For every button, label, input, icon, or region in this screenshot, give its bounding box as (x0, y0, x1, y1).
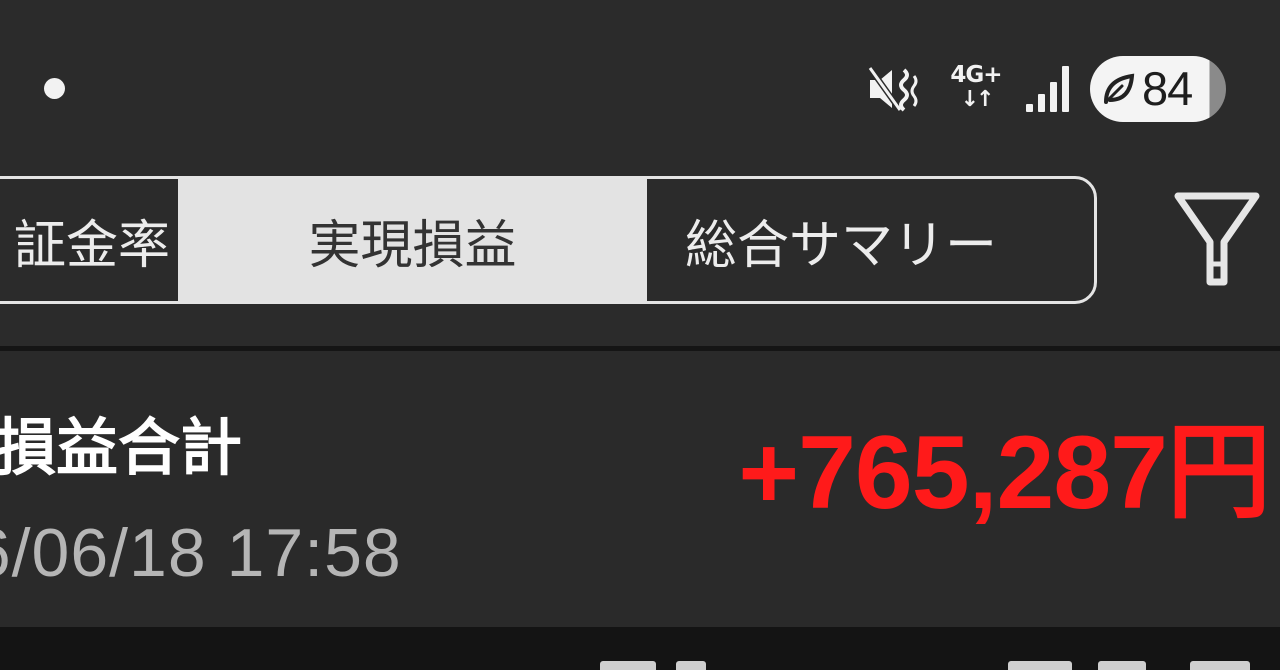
screen: 4G+ ↓↑ 84 証金率 実現損益 総合サマリー 損益合計 /06/18 17… (0, 0, 1280, 670)
filter-icon[interactable] (1172, 186, 1262, 292)
segmented-tab-bar: 証金率 実現損益 総合サマリー (0, 176, 1097, 304)
cut-off-text-fragment (1098, 661, 1146, 670)
realized-pnl-total-panel: 現損益合計 26/06/18 17:58 +765,287円 (0, 351, 1280, 627)
bottom-strip (0, 627, 1280, 670)
mute-vibrate-icon (867, 66, 918, 112)
total-datetime: 26/06/18 17:58 (0, 515, 402, 591)
tab-margin-rate[interactable]: 証金率 (0, 179, 178, 301)
total-label: 現損益合計 (0, 411, 243, 484)
leaf-icon (1104, 73, 1135, 104)
network-type-icon: 4G+ ↓↑ (946, 62, 1006, 118)
notification-dot-icon (44, 78, 65, 99)
tab-label: 総合サマリー (685, 215, 998, 276)
cut-off-text-fragment (1190, 661, 1250, 670)
status-bar: 4G+ ↓↑ 84 (0, 0, 1280, 150)
network-type-label: 4G+ (950, 62, 1002, 88)
total-amount: +765,287円 (738, 415, 1271, 531)
battery-level: 84 (1142, 62, 1193, 115)
tab-overall-summary[interactable]: 総合サマリー (647, 179, 1094, 301)
battery-indicator: 84 (1090, 56, 1226, 122)
cut-off-text-fragment (600, 661, 656, 670)
network-arrows: ↓↑ (960, 87, 995, 112)
tab-realized-pnl[interactable]: 実現損益 (178, 179, 647, 301)
cut-off-text-fragment (676, 661, 706, 670)
tab-label: 実現損益 (308, 215, 517, 276)
signal-icon (1026, 66, 1069, 112)
cut-off-text-fragment (1008, 661, 1072, 670)
tab-label: 証金率 (13, 215, 170, 276)
